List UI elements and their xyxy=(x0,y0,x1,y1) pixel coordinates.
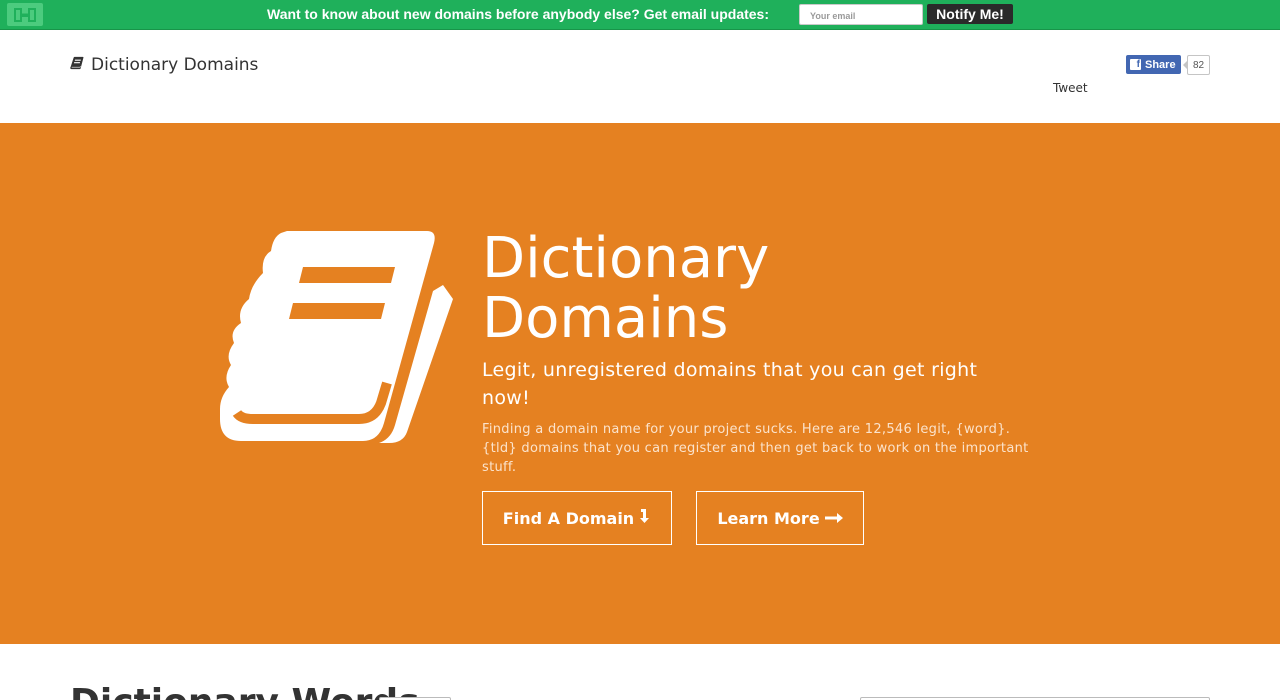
tweet-link[interactable]: Tweet xyxy=(1053,81,1088,95)
book-icon xyxy=(70,55,84,75)
hero-tagline: Legit, unregistered domains that you can… xyxy=(482,359,978,409)
hero-description: Finding a domain name for your project s… xyxy=(482,422,1029,475)
hero-section: Dictionary Domains Legit, unregistered d… xyxy=(0,123,1280,644)
hello-bar-h-icon[interactable] xyxy=(7,3,43,26)
learn-more-button[interactable]: Learn More xyxy=(696,491,864,545)
hero-title-line2: Domains xyxy=(482,286,729,351)
facebook-icon: f xyxy=(1130,59,1141,70)
hero-title: Dictionary Domains xyxy=(482,229,902,349)
find-domain-button[interactable]: Find A Domain xyxy=(482,491,672,545)
hero-title-line1: Dictionary xyxy=(482,226,770,291)
notify-me-button[interactable]: Notify Me! xyxy=(927,4,1013,24)
share-count: 82 xyxy=(1183,55,1210,75)
notify-bar: Want to know about new domains before an… xyxy=(0,0,1280,30)
share-label: Share xyxy=(1145,58,1176,71)
learn-more-label: Learn More xyxy=(717,508,820,528)
brand-label: Dictionary Domains xyxy=(91,55,259,75)
book-icon xyxy=(219,227,455,443)
facebook-share-button[interactable]: f Share xyxy=(1126,55,1181,74)
arrow-right-icon xyxy=(824,509,843,528)
find-domain-label: Find A Domain xyxy=(502,508,635,528)
arrow-down-icon xyxy=(639,508,651,528)
dictionary-words-heading: Dictionary Words xyxy=(70,682,420,700)
site-header: Dictionary Domains f Share 82 Tweet xyxy=(0,31,1280,123)
email-input[interactable] xyxy=(799,4,923,25)
notify-message: Want to know about new domains before an… xyxy=(267,6,769,22)
brand-link[interactable]: Dictionary Domains xyxy=(70,55,258,75)
